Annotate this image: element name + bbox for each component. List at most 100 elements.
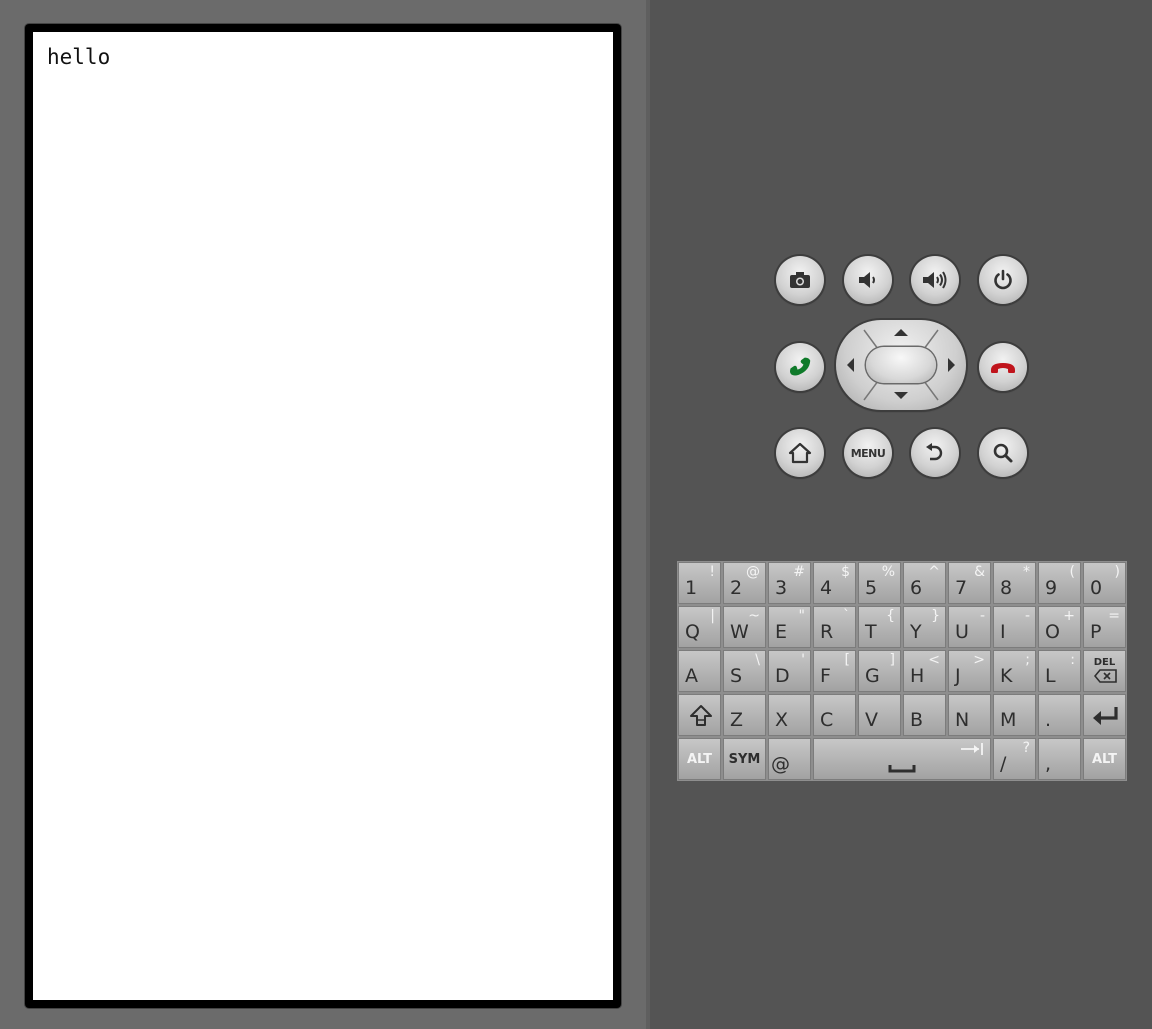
key-y[interactable]: Y} xyxy=(903,606,946,648)
call-button[interactable] xyxy=(776,343,824,391)
back-button[interactable] xyxy=(911,429,959,477)
key-f[interactable]: F[ xyxy=(813,650,856,692)
key-label: T xyxy=(865,621,877,643)
key-m[interactable]: M xyxy=(993,694,1036,736)
key-s[interactable]: S \ xyxy=(723,650,766,692)
key-label: F xyxy=(820,665,831,687)
key-enter[interactable] xyxy=(1083,694,1126,736)
key-alt-label: ^ xyxy=(928,564,940,580)
key-label: K xyxy=(1000,665,1013,687)
volume-down-icon xyxy=(859,272,875,288)
key-alt-label: [ xyxy=(844,652,850,668)
key-1[interactable]: 1! xyxy=(678,562,721,604)
key-z[interactable]: Z xyxy=(723,694,766,736)
key-label: 5 xyxy=(865,577,878,599)
key-label: H xyxy=(910,665,925,687)
key-label: 4 xyxy=(820,577,833,599)
volume-down-button[interactable] xyxy=(844,256,892,304)
delete-label: DEL xyxy=(1093,657,1116,668)
key-r[interactable]: R ` xyxy=(813,606,856,648)
key-slash[interactable]: /? xyxy=(993,738,1036,780)
key-c[interactable]: C xyxy=(813,694,856,736)
dpad[interactable] xyxy=(836,320,966,410)
key-5[interactable]: 5% xyxy=(858,562,901,604)
key-alt-label: ` xyxy=(843,608,850,624)
home-button[interactable] xyxy=(776,429,824,477)
key-label: P xyxy=(1090,621,1102,643)
key-alt-label: @ xyxy=(746,564,760,580)
end-call-button[interactable] xyxy=(979,343,1027,391)
key-sym[interactable]: SYM xyxy=(723,738,766,780)
key-label: C xyxy=(820,709,834,731)
key-i[interactable]: I- xyxy=(993,606,1036,648)
key-label: I xyxy=(1000,621,1006,643)
dpad-center[interactable] xyxy=(866,347,936,383)
key-alt-right[interactable]: ALT xyxy=(1083,738,1126,780)
key-label: 6 xyxy=(910,577,923,599)
panel-divider xyxy=(646,0,650,1029)
key-alt-label: : xyxy=(1070,652,1075,668)
key-o[interactable]: O + xyxy=(1038,606,1081,648)
key-j[interactable]: J > xyxy=(948,650,991,692)
key-9[interactable]: 9( xyxy=(1038,562,1081,604)
volume-up-button[interactable] xyxy=(911,256,959,304)
enter-icon xyxy=(1093,707,1118,725)
key-e[interactable]: E " xyxy=(768,606,811,648)
key-label: G xyxy=(865,665,880,687)
device-screen[interactable]: hello xyxy=(33,32,613,1000)
back-icon xyxy=(926,443,943,461)
key-t[interactable]: T{ xyxy=(858,606,901,648)
key-label: @ xyxy=(771,753,790,775)
key-alt-label: \ xyxy=(755,652,760,668)
key-7[interactable]: 7 & xyxy=(948,562,991,604)
key-label: L xyxy=(1045,665,1056,687)
space-icon xyxy=(888,765,916,773)
key-x[interactable]: X xyxy=(768,694,811,736)
key-v[interactable]: V xyxy=(858,694,901,736)
key-8[interactable]: 8 * xyxy=(993,562,1036,604)
key-l[interactable]: L: xyxy=(1038,650,1081,692)
power-icon xyxy=(994,269,1012,290)
key-alt-left[interactable]: ALT xyxy=(678,738,721,780)
key-4[interactable]: 4 $ xyxy=(813,562,856,604)
key-alt-label: + xyxy=(1063,608,1075,624)
key-0[interactable]: 0) xyxy=(1083,562,1126,604)
key-label: U xyxy=(955,621,969,643)
key-6[interactable]: 6 ^ xyxy=(903,562,946,604)
power-button[interactable] xyxy=(979,256,1027,304)
key-w[interactable]: W ~ xyxy=(723,606,766,648)
backspace-icon xyxy=(1094,669,1117,683)
key-label: 1 xyxy=(685,577,698,599)
key-p[interactable]: P = xyxy=(1083,606,1126,648)
key-shift[interactable] xyxy=(678,694,721,736)
key-label: 8 xyxy=(1000,577,1013,599)
key-alt-label: ~ xyxy=(748,608,760,624)
key-d[interactable]: D ' xyxy=(768,650,811,692)
key-alt-label: - xyxy=(1024,608,1030,624)
key-label: S xyxy=(730,665,743,687)
key-alt-label: | xyxy=(710,608,715,624)
key-alt-label: ! xyxy=(709,564,715,580)
camera-button[interactable] xyxy=(776,256,824,304)
key-k[interactable]: K; xyxy=(993,650,1036,692)
key-2[interactable]: 2 @ xyxy=(723,562,766,604)
key-alt-label: ) xyxy=(1114,564,1120,580)
key-u[interactable]: U- xyxy=(948,606,991,648)
key-b[interactable]: B xyxy=(903,694,946,736)
search-button[interactable] xyxy=(979,429,1027,477)
home-icon xyxy=(788,442,812,464)
key-q[interactable]: Q | xyxy=(678,606,721,648)
key-comma[interactable]: , xyxy=(1038,738,1081,780)
menu-button[interactable]: MENU xyxy=(844,429,892,477)
key-h[interactable]: H < xyxy=(903,650,946,692)
key-delete[interactable]: DEL xyxy=(1083,650,1126,692)
key-at[interactable]: @ xyxy=(768,738,811,780)
key-period[interactable]: . xyxy=(1038,694,1081,736)
key-g[interactable]: G] xyxy=(858,650,901,692)
key-a[interactable]: A xyxy=(678,650,721,692)
key-label: 0 xyxy=(1090,577,1103,599)
key-n[interactable]: N xyxy=(948,694,991,736)
key-3[interactable]: 3 # xyxy=(768,562,811,604)
key-space[interactable] xyxy=(813,738,991,780)
key-alt-label: ? xyxy=(1022,740,1030,756)
